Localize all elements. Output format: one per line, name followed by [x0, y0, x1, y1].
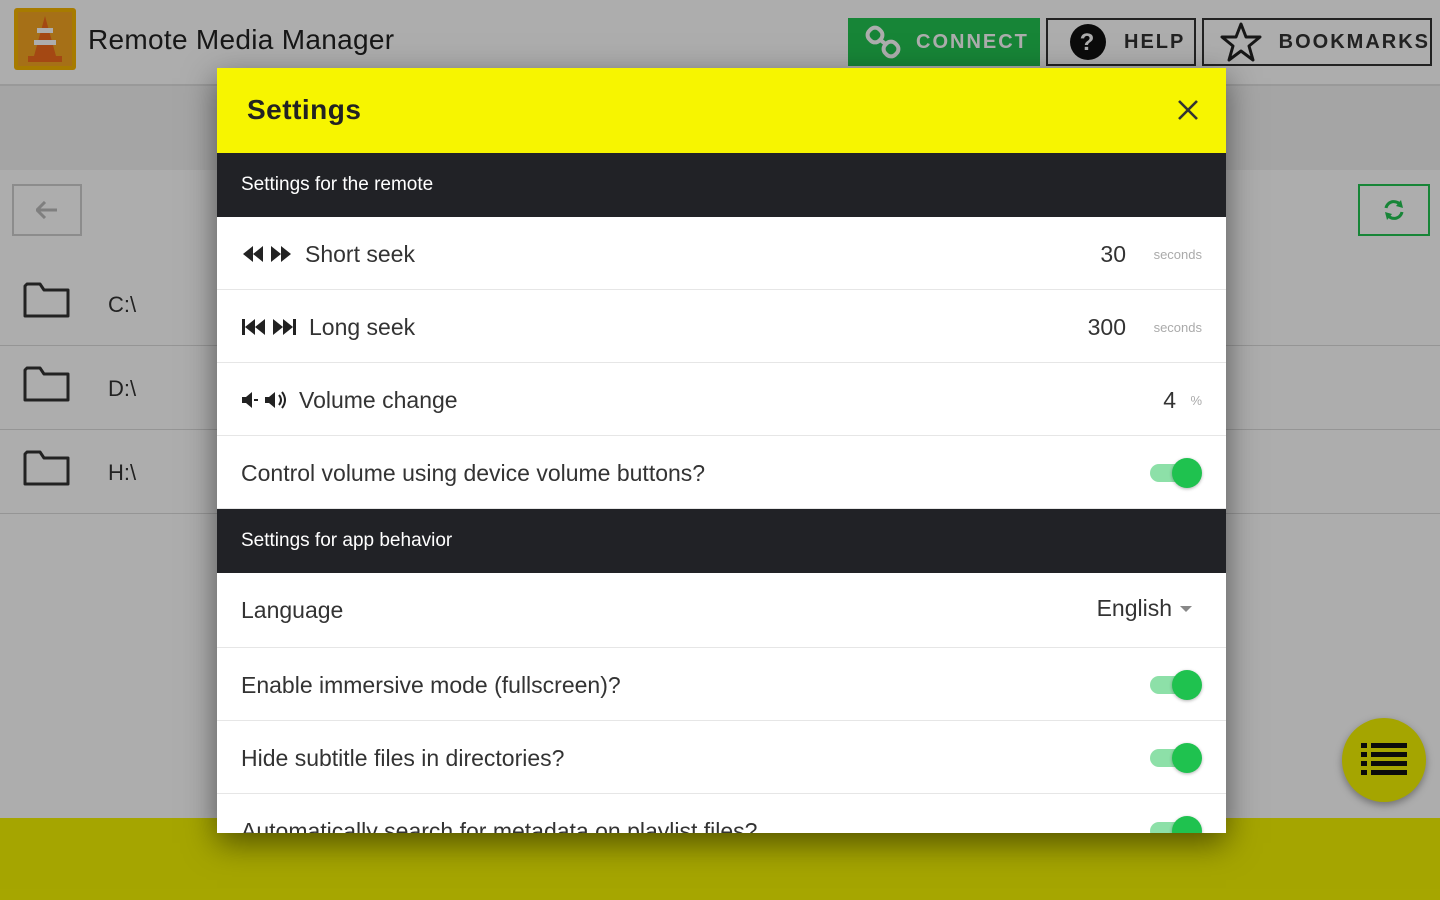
short-seek-row: Short seek 30 seconds	[217, 217, 1226, 290]
chevron-down-icon	[1180, 606, 1192, 612]
seek-short-icon	[243, 246, 291, 262]
dialog-title: Settings	[247, 94, 362, 125]
long-seek-input[interactable]: 300	[1088, 314, 1126, 341]
volume-change-label: Volume change	[299, 387, 458, 413]
hide-subtitles-label: Hide subtitle files in directories?	[241, 745, 565, 771]
hide-subtitles-row: Hide subtitle files in directories?	[217, 721, 1226, 794]
seek-long-icon	[242, 319, 296, 335]
volume-change-input[interactable]: 4	[1163, 387, 1176, 414]
short-seek-unit: seconds	[1153, 247, 1202, 262]
language-row: Language English	[217, 573, 1226, 648]
close-icon	[1178, 100, 1198, 120]
dialog-header: Settings	[217, 68, 1226, 153]
metadata-label: Automatically search for metadata on pla…	[241, 818, 758, 833]
volume-buttons-toggle[interactable]	[1148, 458, 1202, 488]
immersive-row: Enable immersive mode (fullscreen)?	[217, 648, 1226, 721]
short-seek-label: Short seek	[305, 241, 415, 267]
volume-change-row: Volume change 4 %	[217, 363, 1226, 436]
long-seek-row: Long seek 300 seconds	[217, 290, 1226, 363]
section-heading-app: Settings for app behavior	[217, 509, 1226, 573]
immersive-toggle[interactable]	[1148, 670, 1202, 700]
close-button[interactable]	[1174, 96, 1202, 124]
metadata-toggle[interactable]	[1148, 816, 1202, 833]
hide-subtitles-toggle[interactable]	[1148, 743, 1202, 773]
volume-change-unit: %	[1190, 393, 1202, 408]
long-seek-unit: seconds	[1153, 320, 1202, 335]
volume-icon	[242, 391, 286, 409]
settings-dialog: Settings Settings for the remote Short s…	[217, 68, 1226, 833]
section-heading-remote: Settings for the remote	[217, 153, 1226, 217]
short-seek-input[interactable]: 30	[1100, 241, 1126, 268]
volume-buttons-label: Control volume using device volume butto…	[241, 460, 706, 486]
long-seek-label: Long seek	[309, 314, 416, 340]
metadata-row: Automatically search for metadata on pla…	[217, 794, 1226, 833]
language-select[interactable]: English	[1097, 595, 1172, 622]
immersive-label: Enable immersive mode (fullscreen)?	[241, 672, 621, 698]
language-label: Language	[241, 597, 344, 623]
volume-buttons-row: Control volume using device volume butto…	[217, 436, 1226, 509]
